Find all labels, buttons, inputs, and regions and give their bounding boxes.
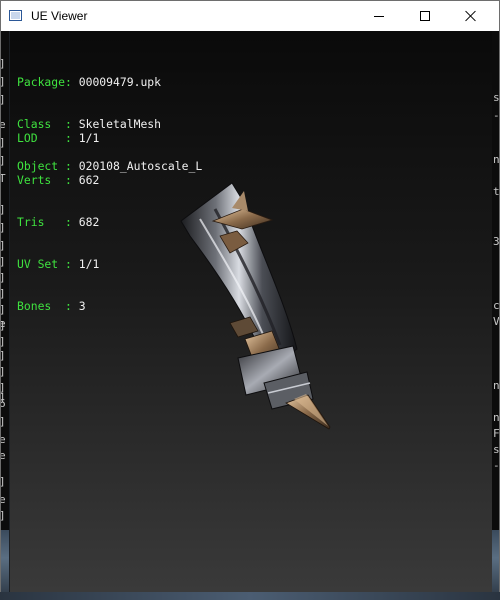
3d-viewport[interactable]: Package: 00009479.upk Class : SkeletalMe… — [10, 31, 492, 593]
ue-viewer-window: UE Viewer Package: 00009479.upk Class : … — [0, 0, 500, 600]
maximize-button[interactable] — [402, 1, 448, 31]
minimize-icon — [374, 15, 384, 17]
close-icon — [465, 10, 477, 22]
window-title: UE Viewer — [31, 9, 88, 23]
minimize-button[interactable] — [356, 1, 402, 31]
maximize-icon — [420, 11, 430, 21]
skeletal-mesh-render[interactable] — [10, 31, 492, 593]
desktop-strip-bottom — [0, 592, 500, 600]
close-button[interactable] — [448, 1, 494, 31]
title-bar[interactable]: UE Viewer — [1, 1, 499, 31]
window-app-icon[interactable] — [9, 10, 22, 21]
